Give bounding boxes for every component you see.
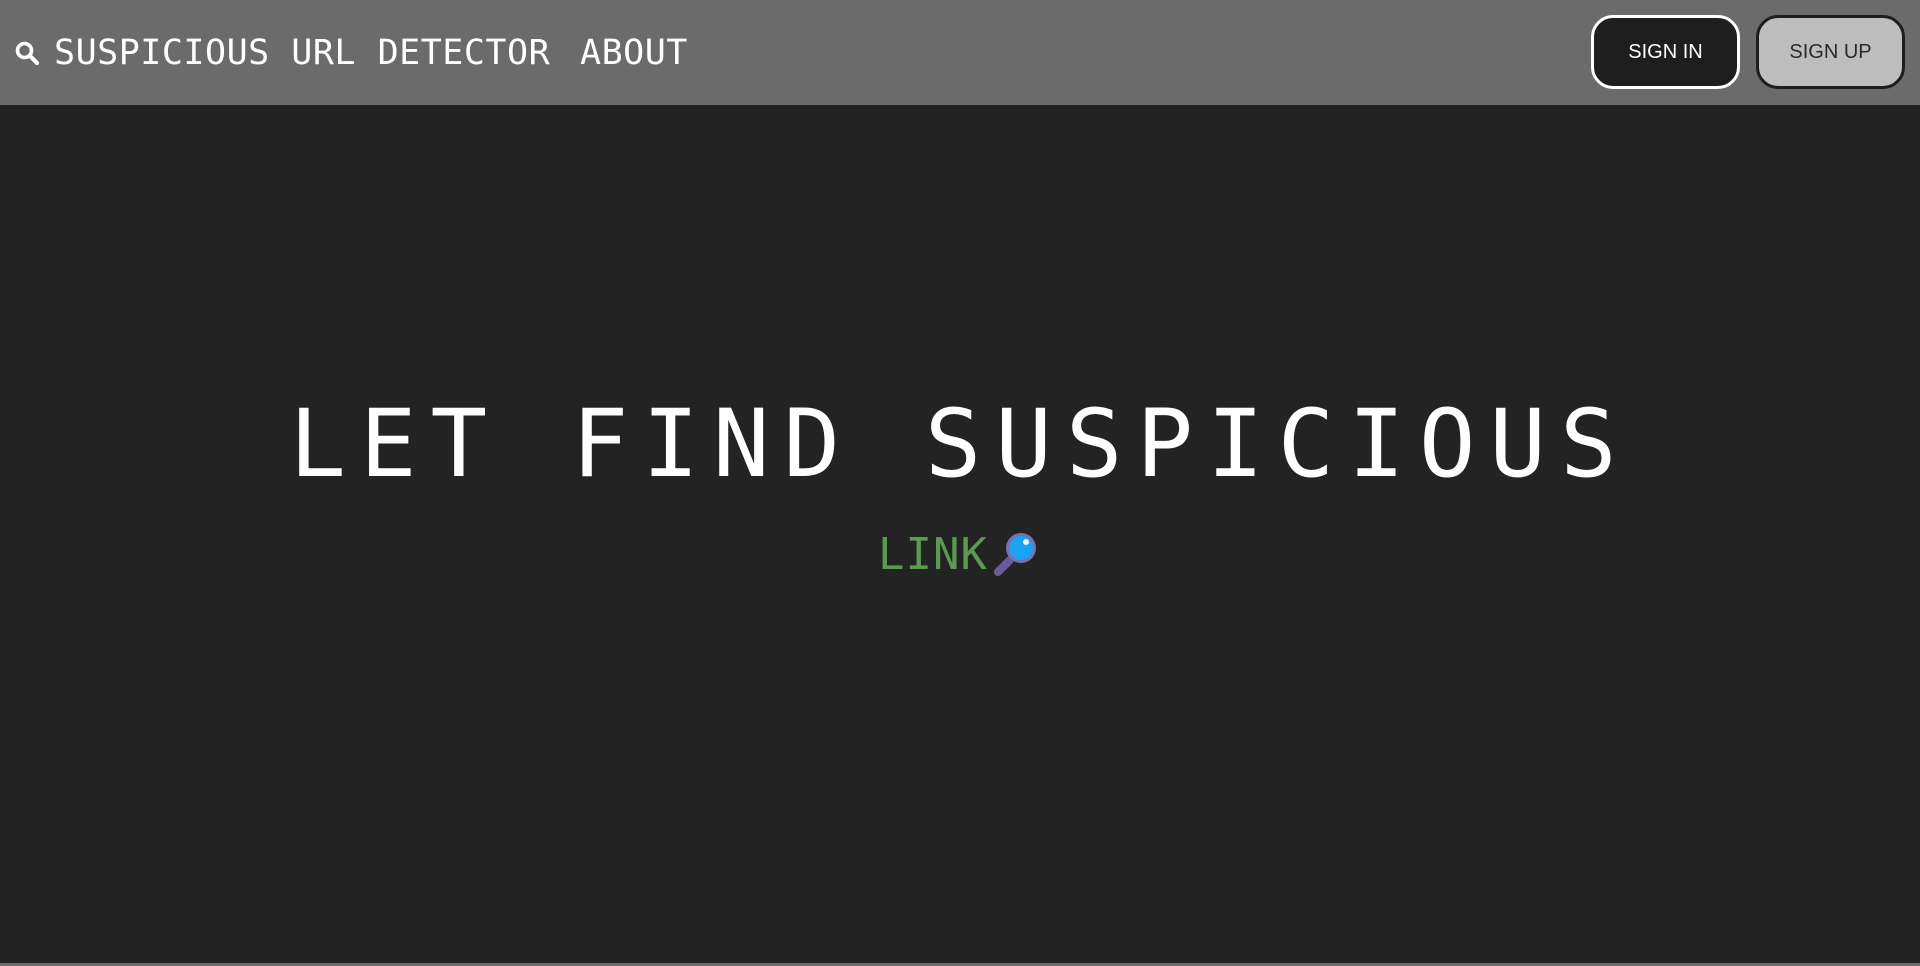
magnifier-icon [993, 533, 1036, 576]
sign-in-button[interactable]: SIGN IN [1591, 15, 1740, 89]
top-navbar: SUSPICIOUS URL DETECTOR ABOUT SIGN IN SI… [0, 0, 1920, 105]
brand-title: SUSPICIOUS URL DETECTOR [54, 33, 551, 73]
hero-subtitle: LINK [0, 528, 1920, 580]
hero-link[interactable]: LINK [878, 529, 988, 580]
hero-title: LET FIND SUSPICIOUS [289, 390, 1631, 499]
about-link[interactable]: ABOUT [580, 28, 688, 78]
sign-up-button[interactable]: SIGN UP [1756, 15, 1905, 89]
search-icon [15, 41, 40, 66]
brand-link[interactable]: SUSPICIOUS URL DETECTOR [14, 28, 550, 78]
